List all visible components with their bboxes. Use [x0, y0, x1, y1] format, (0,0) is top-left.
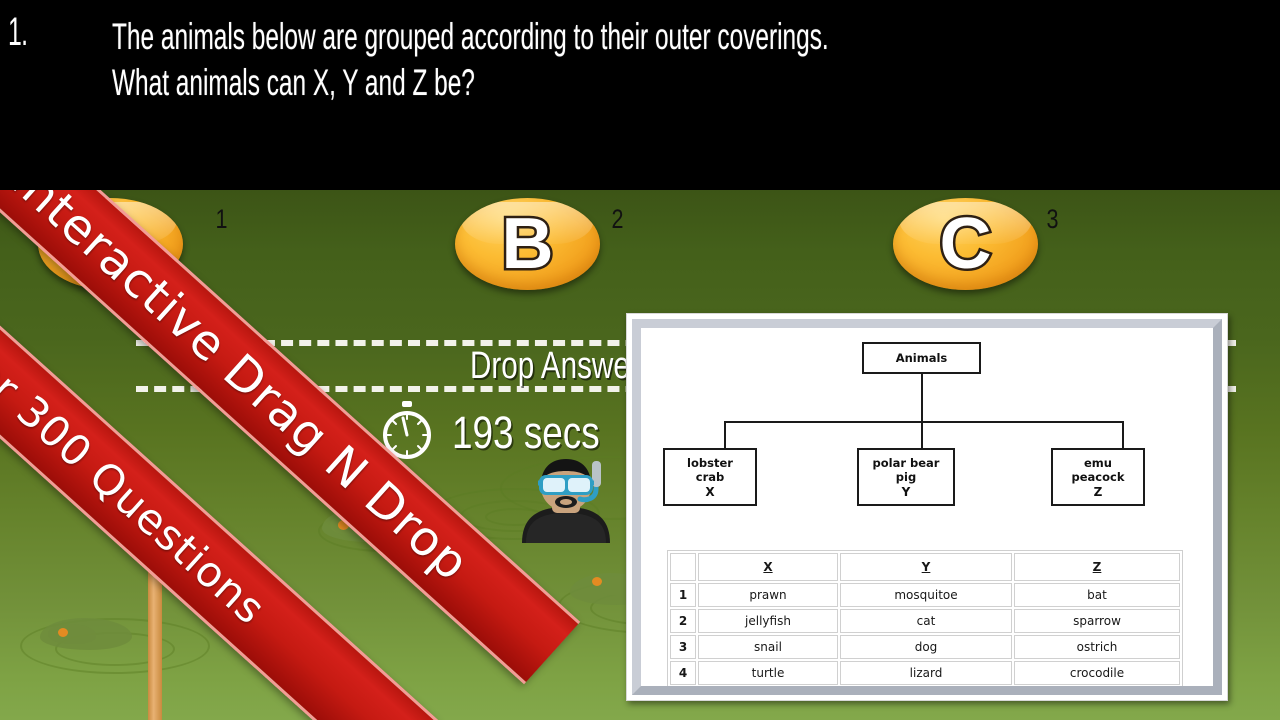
option-b-badge[interactable]: B — [455, 198, 600, 290]
table-row-index: 4 — [670, 661, 696, 685]
table-row: 3 snail dog ostrich — [670, 635, 1180, 659]
table-cell-x: jellyfish — [698, 609, 838, 633]
diagram-branch-z: emu peacock Z — [1051, 448, 1145, 506]
classification-diagram: Animals lobster crab X polar bear pig Y … — [641, 328, 1213, 524]
table-cell-y: mosquitoe — [840, 583, 1012, 607]
crocodile-snout — [48, 624, 96, 644]
diagram-branch-x-animals: lobster crab — [687, 456, 733, 485]
question-text: The animals below are grouped according … — [112, 16, 843, 104]
table-header-z: Z — [1014, 553, 1180, 581]
diagram-connector — [921, 374, 923, 422]
crocodile-eye — [58, 628, 68, 637]
table-row-index: 2 — [670, 609, 696, 633]
option-b-number: 2 — [611, 204, 624, 234]
table-header-x: X — [698, 553, 838, 581]
table-row: 1 prawn mosquitoe bat — [670, 583, 1180, 607]
table-row: 2 jellyfish cat sparrow — [670, 609, 1180, 633]
diagram-connector — [1122, 421, 1124, 449]
table-header-index — [670, 553, 696, 581]
table-cell-y: lizard — [840, 661, 1012, 685]
diagram-root-node: Animals — [862, 342, 981, 374]
diagram-branch-y-code: Y — [901, 484, 911, 499]
table-cell-x: turtle — [698, 661, 838, 685]
timer-value: 193 secs — [452, 407, 600, 458]
snorkeler-diver-icon — [508, 455, 624, 545]
resource-panel[interactable]: Animals lobster crab X polar bear pig Y … — [626, 313, 1228, 701]
diagram-branch-z-code: Z — [1093, 484, 1103, 499]
table-header-row: X Y Z — [670, 553, 1180, 581]
diagram-root-label: Animals — [895, 350, 948, 365]
option-c-number: 3 — [1046, 204, 1059, 234]
option-c-badge[interactable]: C — [893, 198, 1038, 290]
panel-frame: Animals lobster crab X polar bear pig Y … — [632, 319, 1222, 695]
diagram-branch-y-animals: polar bear pig — [872, 456, 940, 485]
table-cell-y: cat — [840, 609, 1012, 633]
table-cell-z: crocodile — [1014, 661, 1180, 685]
table-cell-z: ostrich — [1014, 635, 1180, 659]
diagram-connector — [724, 421, 726, 449]
table-row: 4 turtle lizard crocodile — [670, 661, 1180, 685]
game-screen: A 1 B 2 C 3 Drop Answer Here — [0, 0, 1280, 720]
option-b-letter: B — [499, 204, 556, 284]
panel-content: Animals lobster crab X polar bear pig Y … — [641, 328, 1213, 686]
table-cell-y: dog — [840, 635, 1012, 659]
diagram-branch-z-animals: emu peacock — [1071, 456, 1125, 485]
table-row-index: 3 — [670, 635, 696, 659]
option-a-number: 1 — [215, 204, 228, 234]
answer-options-table: X Y Z 1 prawn mosquitoe bat 2 jellyfish … — [667, 550, 1183, 686]
diagram-branch-y: polar bear pig Y — [857, 448, 955, 506]
crocodile-eye — [592, 577, 602, 586]
table-cell-x: snail — [698, 635, 838, 659]
table-row-index: 1 — [670, 583, 696, 607]
table-header-y: Y — [840, 553, 1012, 581]
question-number: 1. — [8, 10, 28, 54]
table-cell-z: sparrow — [1014, 609, 1180, 633]
diagram-branch-x-code: X — [705, 484, 715, 499]
option-c[interactable]: C 3 — [893, 198, 1059, 290]
diagram-connector — [921, 421, 923, 449]
diagram-connector — [724, 421, 1124, 423]
question-banner: 1. The animals below are grouped accordi… — [0, 0, 1280, 190]
option-b[interactable]: B 2 — [455, 198, 624, 290]
diagram-branch-x: lobster crab X — [663, 448, 757, 506]
option-c-letter: C — [937, 204, 994, 284]
table-cell-x: prawn — [698, 583, 838, 607]
table-cell-z: bat — [1014, 583, 1180, 607]
